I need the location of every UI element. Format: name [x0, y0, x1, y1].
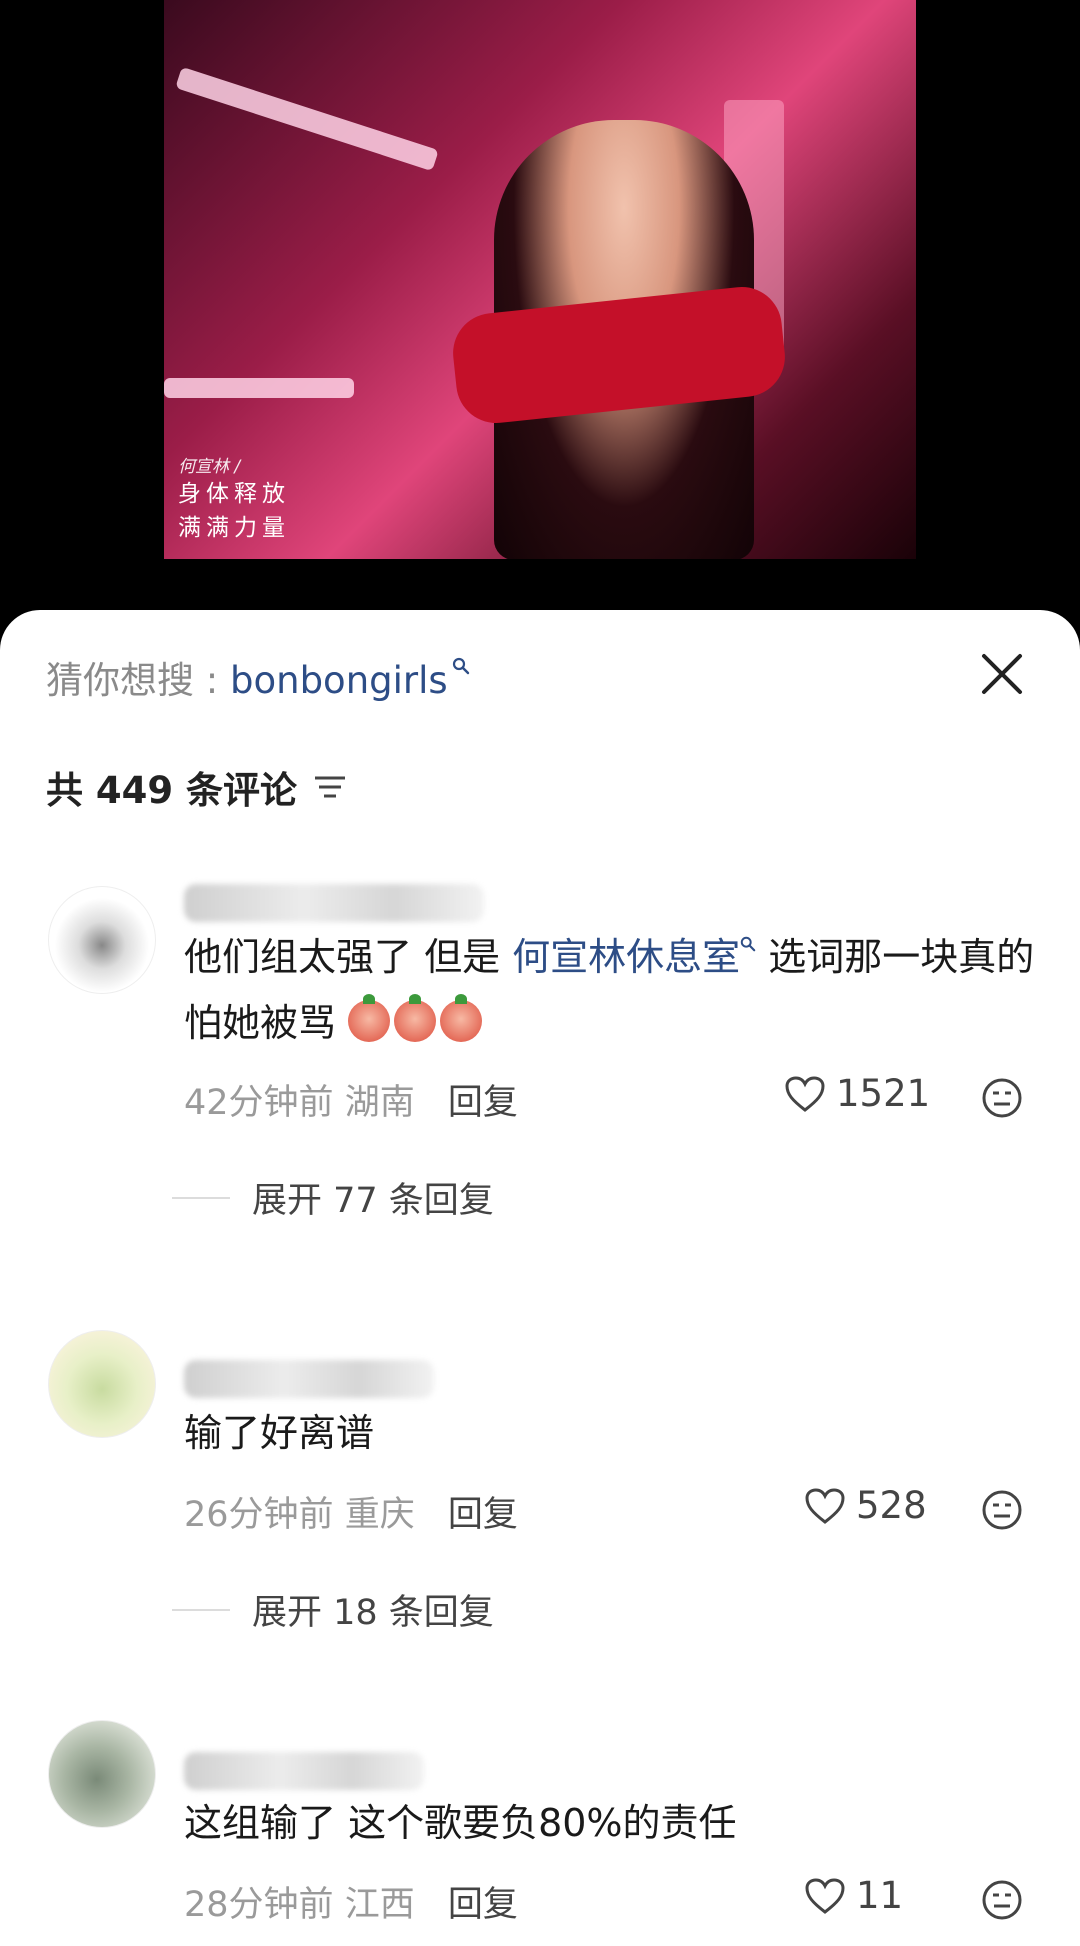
- reply-button[interactable]: 回复: [448, 1495, 518, 1535]
- emoji-reaction-icon[interactable]: [980, 1488, 1024, 1532]
- emoji-reaction-icon[interactable]: [980, 1878, 1024, 1922]
- comment-sheet: 猜你想搜 : bonbongirls 共 449 条评论 他们组太强了 但是 何…: [0, 610, 1080, 1946]
- suggest-prefix: 猜你想搜 :: [46, 659, 230, 702]
- like-count: 528: [856, 1484, 927, 1527]
- reply-button[interactable]: 回复: [448, 1885, 518, 1925]
- topic-link[interactable]: 何宣林休息室: [512, 935, 740, 979]
- like-button[interactable]: 528: [804, 1484, 927, 1527]
- caption-line: 满满力量: [178, 515, 290, 541]
- expand-replies-label: 展开 18 条回复: [252, 1593, 494, 1633]
- expand-replies-label: 展开 77 条回复: [252, 1181, 494, 1221]
- comment-text: 他们组太强了 但是 何宣林休息室 选词那一块真的怕她被骂: [184, 924, 1044, 1056]
- close-button[interactable]: [976, 648, 1028, 700]
- heart-icon: [805, 1877, 845, 1914]
- heart-icon: [805, 1487, 845, 1524]
- comment-meta: 26分钟前 重庆 回复: [184, 1486, 518, 1537]
- username-blurred[interactable]: [184, 1360, 434, 1398]
- crying-emoji-icon: [440, 994, 483, 1042]
- comment-time: 28分钟前: [184, 1885, 334, 1925]
- heart-icon: [785, 1075, 825, 1112]
- caption-line: 身体释放: [178, 481, 290, 507]
- expand-replies-button[interactable]: 展开 77 条回复: [172, 1172, 494, 1223]
- divider: [172, 1196, 230, 1199]
- comment-text-part: 他们组太强了 但是: [184, 935, 513, 979]
- comment-meta: 28分钟前 江西 回复: [184, 1876, 518, 1927]
- crying-emoji-icon: [348, 994, 391, 1042]
- search-suggestion[interactable]: 猜你想搜 : bonbongirls: [46, 650, 469, 704]
- avatar[interactable]: [48, 1720, 156, 1828]
- comment-text: 输了好离谱: [184, 1400, 1044, 1466]
- close-icon: [982, 654, 1022, 694]
- caption-name: 何宣林 /: [178, 457, 241, 477]
- like-button[interactable]: 1521: [784, 1072, 930, 1115]
- divider: [172, 1608, 230, 1611]
- search-icon: [452, 641, 470, 684]
- video-caption: 何宣林 / 身体释放 满满力量: [178, 452, 290, 545]
- like-count: 1521: [836, 1072, 931, 1115]
- stage-light: [175, 66, 439, 172]
- username-blurred[interactable]: [184, 884, 484, 922]
- stage-light: [164, 378, 354, 398]
- like-count: 11: [856, 1874, 904, 1917]
- reply-button[interactable]: 回复: [448, 1083, 518, 1123]
- expand-replies-button[interactable]: 展开 18 条回复: [172, 1584, 494, 1635]
- emoji-reaction-icon[interactable]: [980, 1076, 1024, 1120]
- suggest-term[interactable]: bonbongirls: [230, 659, 448, 702]
- comment-meta: 42分钟前 湖南 回复: [184, 1074, 518, 1125]
- comment-time: 26分钟前: [184, 1495, 334, 1535]
- username-blurred[interactable]: [184, 1752, 424, 1790]
- avatar[interactable]: [48, 886, 156, 994]
- search-icon: [740, 906, 756, 972]
- comment-count-row: 共 449 条评论: [46, 760, 347, 814]
- video-frame[interactable]: 何宣林 / 身体释放 满满力量: [164, 0, 916, 559]
- comment-region: 江西: [344, 1885, 415, 1925]
- sort-filter-icon[interactable]: [313, 772, 347, 802]
- crying-emoji-icon: [394, 994, 437, 1042]
- comment-count-title: 共 449 条评论: [46, 769, 297, 812]
- comment-region: 湖南: [344, 1083, 415, 1123]
- comment-time: 42分钟前: [184, 1083, 334, 1123]
- video-player[interactable]: 何宣林 / 身体释放 满满力量: [0, 0, 1080, 610]
- comment-region: 重庆: [344, 1495, 415, 1535]
- comment-text-part: 这组输了 这个歌要负80%的责任: [184, 1801, 737, 1845]
- comment-text: 这组输了 这个歌要负80%的责任: [184, 1790, 1044, 1856]
- like-button[interactable]: 11: [804, 1874, 903, 1917]
- avatar[interactable]: [48, 1330, 156, 1438]
- comment-text-part: 输了好离谱: [184, 1411, 375, 1455]
